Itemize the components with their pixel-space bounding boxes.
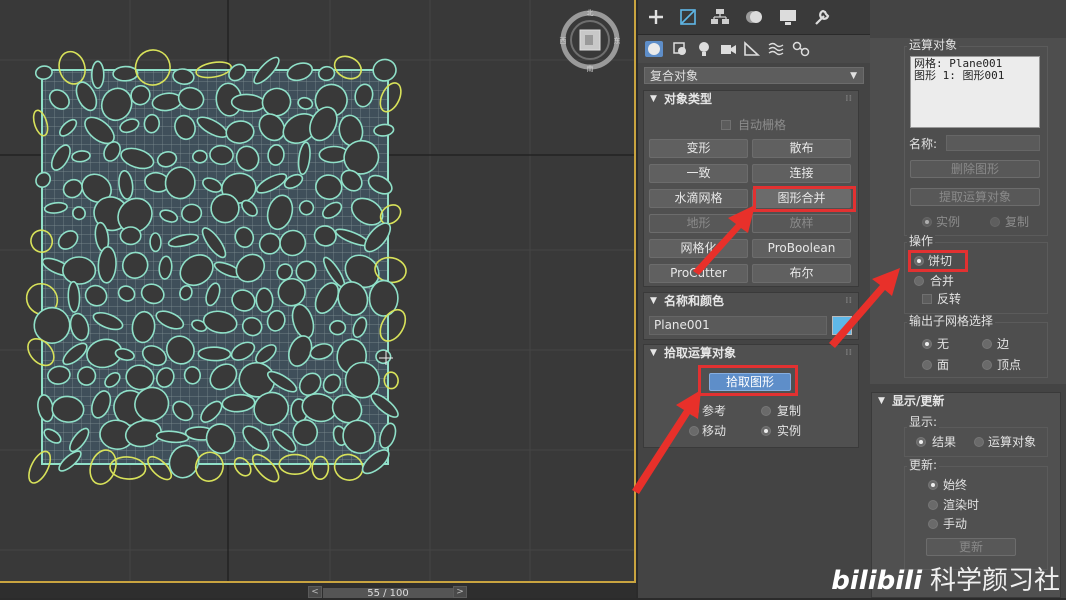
arrow-to-cookie-cutter-icon <box>829 268 900 348</box>
annotation-arrows <box>632 205 900 494</box>
bilibili-logo: bilibili <box>831 566 922 596</box>
arrow-to-pick-shape-icon <box>632 390 701 494</box>
arrow-to-shapemerge-icon <box>693 205 755 275</box>
watermark: bilibili 科学颜习社 <box>831 566 1060 596</box>
watermark-text: 科学颜习社 <box>929 566 1060 596</box>
